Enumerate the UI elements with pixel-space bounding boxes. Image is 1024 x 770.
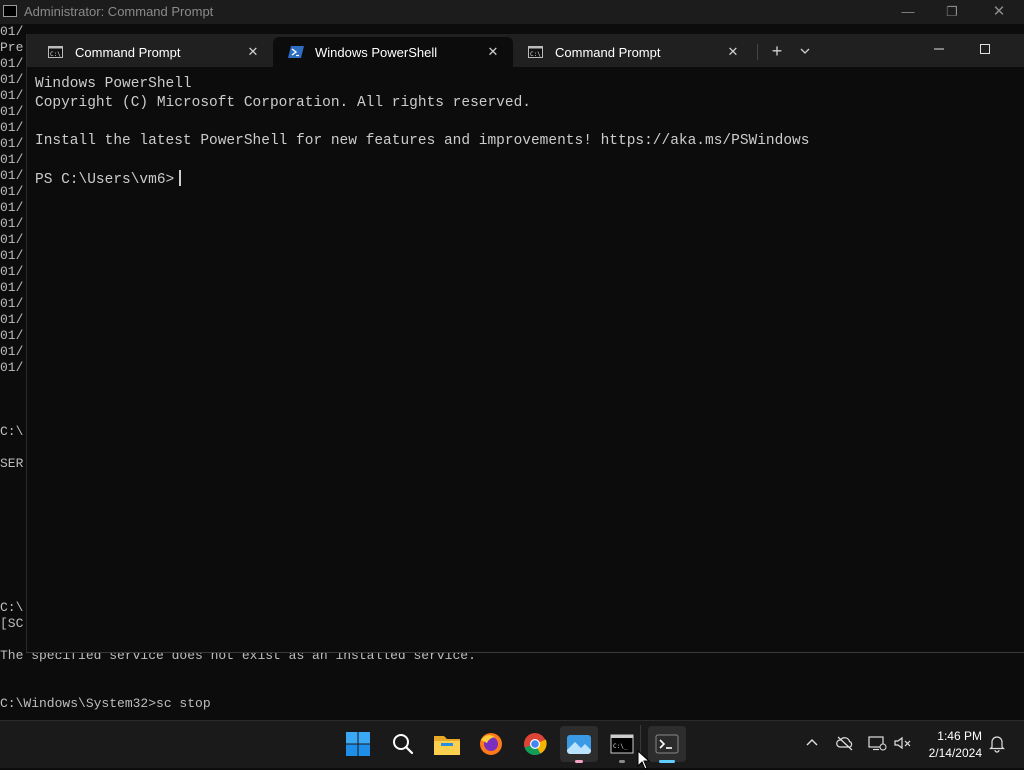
console-line: C:\Windows\System32>sc stop xyxy=(0,696,211,711)
tab-bar: C:\ Command Prompt ✕ Windows PowerShell … xyxy=(27,34,1024,67)
console-line: 01/ xyxy=(0,280,24,295)
network-icon xyxy=(868,736,887,751)
console-line: 01/ xyxy=(0,152,24,167)
console-line: 01/ xyxy=(0,56,24,71)
mouse-pointer-icon xyxy=(637,750,651,770)
search-button[interactable] xyxy=(385,726,421,762)
terminal-button[interactable] xyxy=(648,726,686,762)
cmd-icon: C:\ xyxy=(48,46,63,58)
volume-button[interactable] xyxy=(893,735,913,756)
console-line: 01/ xyxy=(0,344,24,359)
tab-command-prompt-1[interactable]: C:\ Command Prompt ✕ xyxy=(33,37,273,67)
taskbar: C:\_ 1:46 PM 2/14/2024 xyxy=(0,720,1024,770)
console-line: 01/ xyxy=(0,136,24,151)
powershell-icon xyxy=(288,46,304,58)
tab-label: Command Prompt xyxy=(555,45,661,60)
close-tab-button[interactable]: ✕ xyxy=(483,42,503,62)
firefox-icon xyxy=(480,733,502,755)
active-indicator xyxy=(659,760,675,763)
svg-text:C:\_: C:\_ xyxy=(613,743,628,750)
notifications-button[interactable] xyxy=(988,735,1006,758)
console-line: Pre xyxy=(0,40,24,55)
maximize-button[interactable] xyxy=(973,38,997,60)
chrome-icon xyxy=(524,733,547,756)
terminal-window[interactable]: C:\ Command Prompt ✕ Windows PowerShell … xyxy=(26,34,1024,653)
close-tab-button[interactable]: ✕ xyxy=(243,42,263,62)
file-explorer-button[interactable] xyxy=(429,726,465,762)
photos-icon xyxy=(567,735,591,754)
search-icon xyxy=(393,734,414,755)
console-line: SER xyxy=(0,456,24,471)
tab-label: Windows PowerShell xyxy=(315,45,438,60)
tab-windows-powershell[interactable]: Windows PowerShell ✕ xyxy=(273,37,513,67)
clock-date[interactable]: 2/14/2024 xyxy=(920,746,982,760)
chevron-down-icon[interactable] xyxy=(797,40,813,62)
terminal-output[interactable]: Windows PowerShell Copyright (C) Microso… xyxy=(35,75,809,190)
cloud-offline-icon xyxy=(836,736,853,751)
restore-button[interactable]: ❐ xyxy=(937,2,967,22)
start-icon xyxy=(346,732,370,756)
text-cursor xyxy=(178,170,181,186)
running-indicator xyxy=(575,760,583,763)
file-explorer-icon xyxy=(434,736,460,755)
console-line: 01/ xyxy=(0,328,24,343)
cmd-icon xyxy=(3,5,17,17)
console-line: 01/ xyxy=(0,72,24,87)
terminal-icon xyxy=(655,734,679,754)
console-line: 01/ xyxy=(0,232,24,247)
console-line: 01/ xyxy=(0,360,24,375)
tab-divider xyxy=(757,44,758,60)
console-line: 01/ xyxy=(0,216,24,231)
console-line: [SC xyxy=(0,616,24,631)
console-line: 01/ xyxy=(0,168,24,183)
command-prompt-icon: C:\_ xyxy=(610,734,634,754)
firefox-button[interactable] xyxy=(473,726,509,762)
command-prompt-button[interactable]: C:\_ xyxy=(604,726,640,762)
close-button[interactable]: ✕ xyxy=(984,2,1014,22)
powershell-text: Windows PowerShell Copyright (C) Microso… xyxy=(35,76,810,188)
console-line: C:\ xyxy=(0,600,24,615)
console-line: 01/ xyxy=(0,24,24,39)
background-window-title: Administrator: Command Prompt xyxy=(24,4,214,19)
new-tab-button[interactable]: + xyxy=(767,40,787,62)
clock-time[interactable]: 1:46 PM xyxy=(920,729,982,743)
tab-label: Command Prompt xyxy=(75,45,181,60)
console-line: 01/ xyxy=(0,296,24,311)
minimize-button[interactable] xyxy=(927,38,951,60)
svg-text:C:\: C:\ xyxy=(50,51,61,58)
console-line: 01/ xyxy=(0,312,24,327)
bell-icon xyxy=(989,736,1005,753)
console-line: 01/ xyxy=(0,184,24,199)
onedrive-button[interactable] xyxy=(835,735,855,756)
svg-text:C:\: C:\ xyxy=(530,51,541,58)
console-line: 01/ xyxy=(0,120,24,135)
chevron-up-icon xyxy=(806,739,818,746)
console-line: 01/ xyxy=(0,248,24,263)
tab-command-prompt-2[interactable]: C:\ Command Prompt ✕ xyxy=(513,37,753,67)
console-line: 01/ xyxy=(0,104,24,119)
minimize-button[interactable]: — xyxy=(893,2,923,22)
console-line: C:\ xyxy=(0,424,24,439)
volume-muted-icon xyxy=(894,736,911,750)
running-indicator xyxy=(619,760,625,763)
show-hidden-icons-button[interactable] xyxy=(804,735,820,756)
start-button[interactable] xyxy=(340,726,376,762)
console-line: 01/ xyxy=(0,200,24,215)
console-line: 01/ xyxy=(0,264,24,279)
network-button[interactable] xyxy=(867,735,887,756)
cmd-icon: C:\ xyxy=(528,46,543,58)
console-line: 01/ xyxy=(0,88,24,103)
chrome-button[interactable] xyxy=(517,726,553,762)
background-window-titlebar[interactable]: Administrator: Command Prompt — ❐ ✕ xyxy=(0,0,1024,24)
close-tab-button[interactable]: ✕ xyxy=(723,42,743,62)
photos-button[interactable] xyxy=(560,726,598,762)
